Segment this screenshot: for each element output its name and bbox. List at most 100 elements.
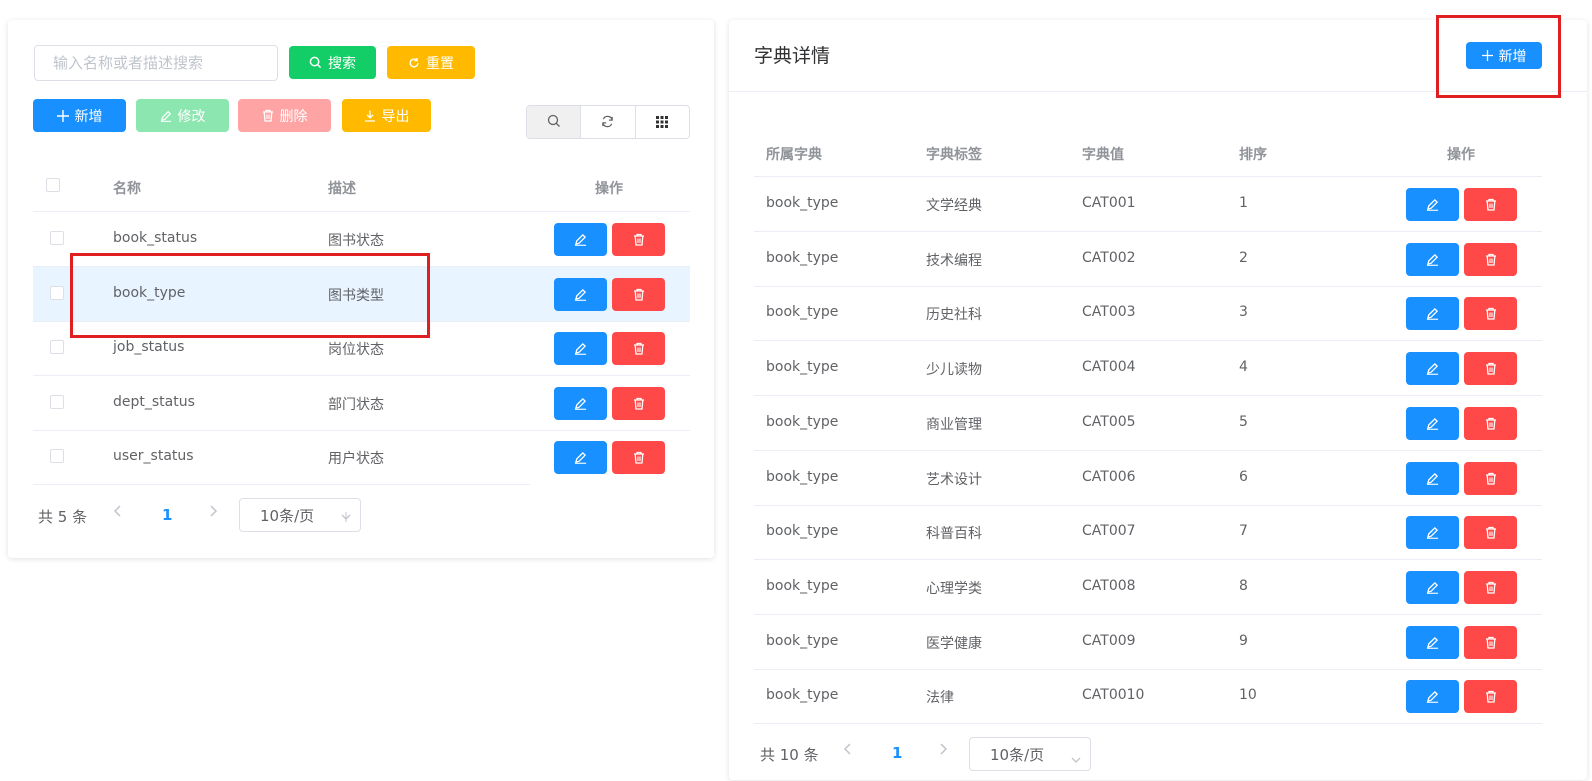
row-value: CAT002 — [1082, 249, 1136, 266]
pager-total: 共 5 条 — [38, 508, 88, 526]
row-value: CAT004 — [1082, 359, 1136, 376]
row-desc: 图书类型 — [328, 287, 384, 304]
row-name: user_status — [113, 448, 194, 465]
row-label: 医学健康 — [926, 635, 982, 652]
table-row[interactable]: book_type 医学健康 CAT009 9 — [754, 615, 1542, 670]
row-checkbox[interactable] — [50, 394, 64, 409]
page-size-select[interactable]: 10条/页 — [239, 498, 361, 532]
row-name: dept_status — [113, 393, 195, 410]
download-icon — [364, 110, 376, 122]
toggle-search-button[interactable] — [527, 106, 582, 138]
trash-icon — [1485, 581, 1497, 594]
table-row[interactable]: book_type 技术编程 CAT002 2 — [754, 232, 1542, 287]
row-edit-button[interactable] — [554, 386, 607, 420]
row-edit-button[interactable] — [1406, 188, 1459, 221]
row-checkbox[interactable] — [50, 231, 64, 245]
next-page-button[interactable] — [938, 742, 948, 760]
row-value: CAT007 — [1082, 523, 1136, 540]
row-edit-button[interactable] — [554, 332, 607, 366]
row-checkbox[interactable] — [50, 340, 64, 355]
row-name: book_status — [113, 230, 198, 246]
row-delete-button[interactable] — [1464, 297, 1517, 331]
row-checkbox[interactable] — [50, 449, 64, 464]
row-delete-button[interactable] — [1464, 570, 1517, 604]
page-size-select[interactable]: 10条/页 — [969, 737, 1091, 771]
row-dict: book_type — [766, 577, 839, 594]
add-detail-button[interactable]: 新增 — [1466, 42, 1542, 69]
table-row[interactable]: book_status 图书状态 — [33, 212, 690, 267]
search-input[interactable] — [34, 45, 278, 81]
export-button[interactable]: 导出 — [342, 99, 431, 132]
edit-icon — [1426, 417, 1439, 430]
row-edit-button[interactable] — [1406, 680, 1459, 714]
table-row[interactable]: book_type 文学经典 CAT001 1 — [754, 177, 1542, 232]
row-label: 少儿读物 — [926, 362, 982, 379]
row-edit-button[interactable] — [1406, 242, 1459, 276]
panel-header-divider — [729, 91, 1587, 92]
row-delete-button[interactable] — [1464, 188, 1517, 221]
delete-button[interactable]: 删除 — [238, 99, 331, 132]
row-edit-button[interactable] — [554, 277, 607, 311]
row-desc: 部门状态 — [328, 396, 384, 413]
table-row[interactable]: book_type 历史社科 CAT003 3 — [754, 286, 1542, 342]
refresh-table-button[interactable] — [581, 106, 636, 138]
row-sort: 1 — [1239, 195, 1248, 211]
grid-icon — [656, 113, 669, 132]
select-all-checkbox[interactable] — [46, 178, 60, 192]
table-row[interactable]: book_type 图书类型 — [33, 266, 690, 322]
table-row[interactable]: book_type 心理学类 CAT008 8 — [754, 560, 1542, 615]
chevron-right-icon — [208, 504, 218, 522]
table-row[interactable]: book_type 商业管理 CAT005 5 — [754, 396, 1542, 451]
prev-page-button[interactable] — [113, 504, 123, 522]
row-edit-button[interactable] — [1406, 625, 1459, 659]
add-button[interactable]: 新增 — [33, 99, 126, 132]
row-edit-button[interactable] — [554, 223, 607, 256]
row-edit-button[interactable] — [1406, 352, 1459, 386]
table-row[interactable]: book_type 科普百科 CAT007 7 — [754, 505, 1542, 561]
row-delete-button[interactable] — [1464, 242, 1517, 276]
table-row[interactable]: dept_status 部门状态 — [33, 376, 690, 431]
row-delete-button[interactable] — [1464, 406, 1517, 440]
row-delete-button[interactable] — [612, 332, 665, 366]
row-edit-button[interactable] — [1406, 570, 1459, 604]
row-desc: 用户状态 — [328, 451, 384, 468]
page-number[interactable]: 1 — [162, 506, 172, 524]
page-size-value: 10条/页 — [990, 745, 1045, 764]
row-edit-button[interactable] — [1406, 406, 1459, 440]
table-row[interactable]: book_type 少儿读物 CAT004 4 — [754, 341, 1542, 397]
row-delete-button[interactable] — [1464, 625, 1517, 659]
table-row[interactable]: user_status 用户状态 — [33, 430, 690, 486]
row-delete-button[interactable] — [1464, 516, 1517, 550]
column-settings-button[interactable] — [636, 106, 689, 138]
row-edit-button[interactable] — [1406, 461, 1459, 495]
page-number[interactable]: 1 — [892, 744, 902, 762]
row-edit-button[interactable] — [554, 441, 607, 475]
plus-icon — [1481, 50, 1493, 61]
trash-icon — [633, 288, 645, 301]
table-row[interactable]: job_status 岗位状态 — [33, 321, 690, 377]
edit-icon — [1426, 307, 1439, 321]
row-edit-button[interactable] — [1406, 516, 1459, 550]
row-checkbox[interactable] — [50, 285, 64, 300]
edit-icon — [574, 233, 587, 246]
next-page-button[interactable] — [208, 504, 218, 522]
row-delete-button[interactable] — [1464, 680, 1517, 714]
row-delete-button[interactable] — [1464, 352, 1517, 386]
edit-icon — [1426, 362, 1439, 375]
search-icon — [309, 56, 322, 69]
reset-button[interactable]: 重置 — [387, 46, 475, 79]
row-delete-button[interactable] — [612, 223, 665, 256]
edit-icon — [1426, 253, 1439, 266]
table-row[interactable]: book_type 法律 CAT0010 10 — [754, 669, 1542, 725]
row-delete-button[interactable] — [612, 386, 665, 420]
prev-page-button[interactable] — [843, 742, 853, 760]
edit-icon — [1426, 198, 1439, 211]
row-delete-button[interactable] — [612, 441, 665, 475]
edit-button[interactable]: 修改 — [136, 99, 229, 132]
row-edit-button[interactable] — [1406, 297, 1459, 331]
trash-icon — [1485, 362, 1497, 375]
search-button[interactable]: 搜索 — [289, 46, 376, 79]
row-delete-button[interactable] — [612, 277, 665, 311]
table-row[interactable]: book_type 艺术设计 CAT006 6 — [754, 451, 1542, 506]
row-delete-button[interactable] — [1464, 461, 1517, 495]
